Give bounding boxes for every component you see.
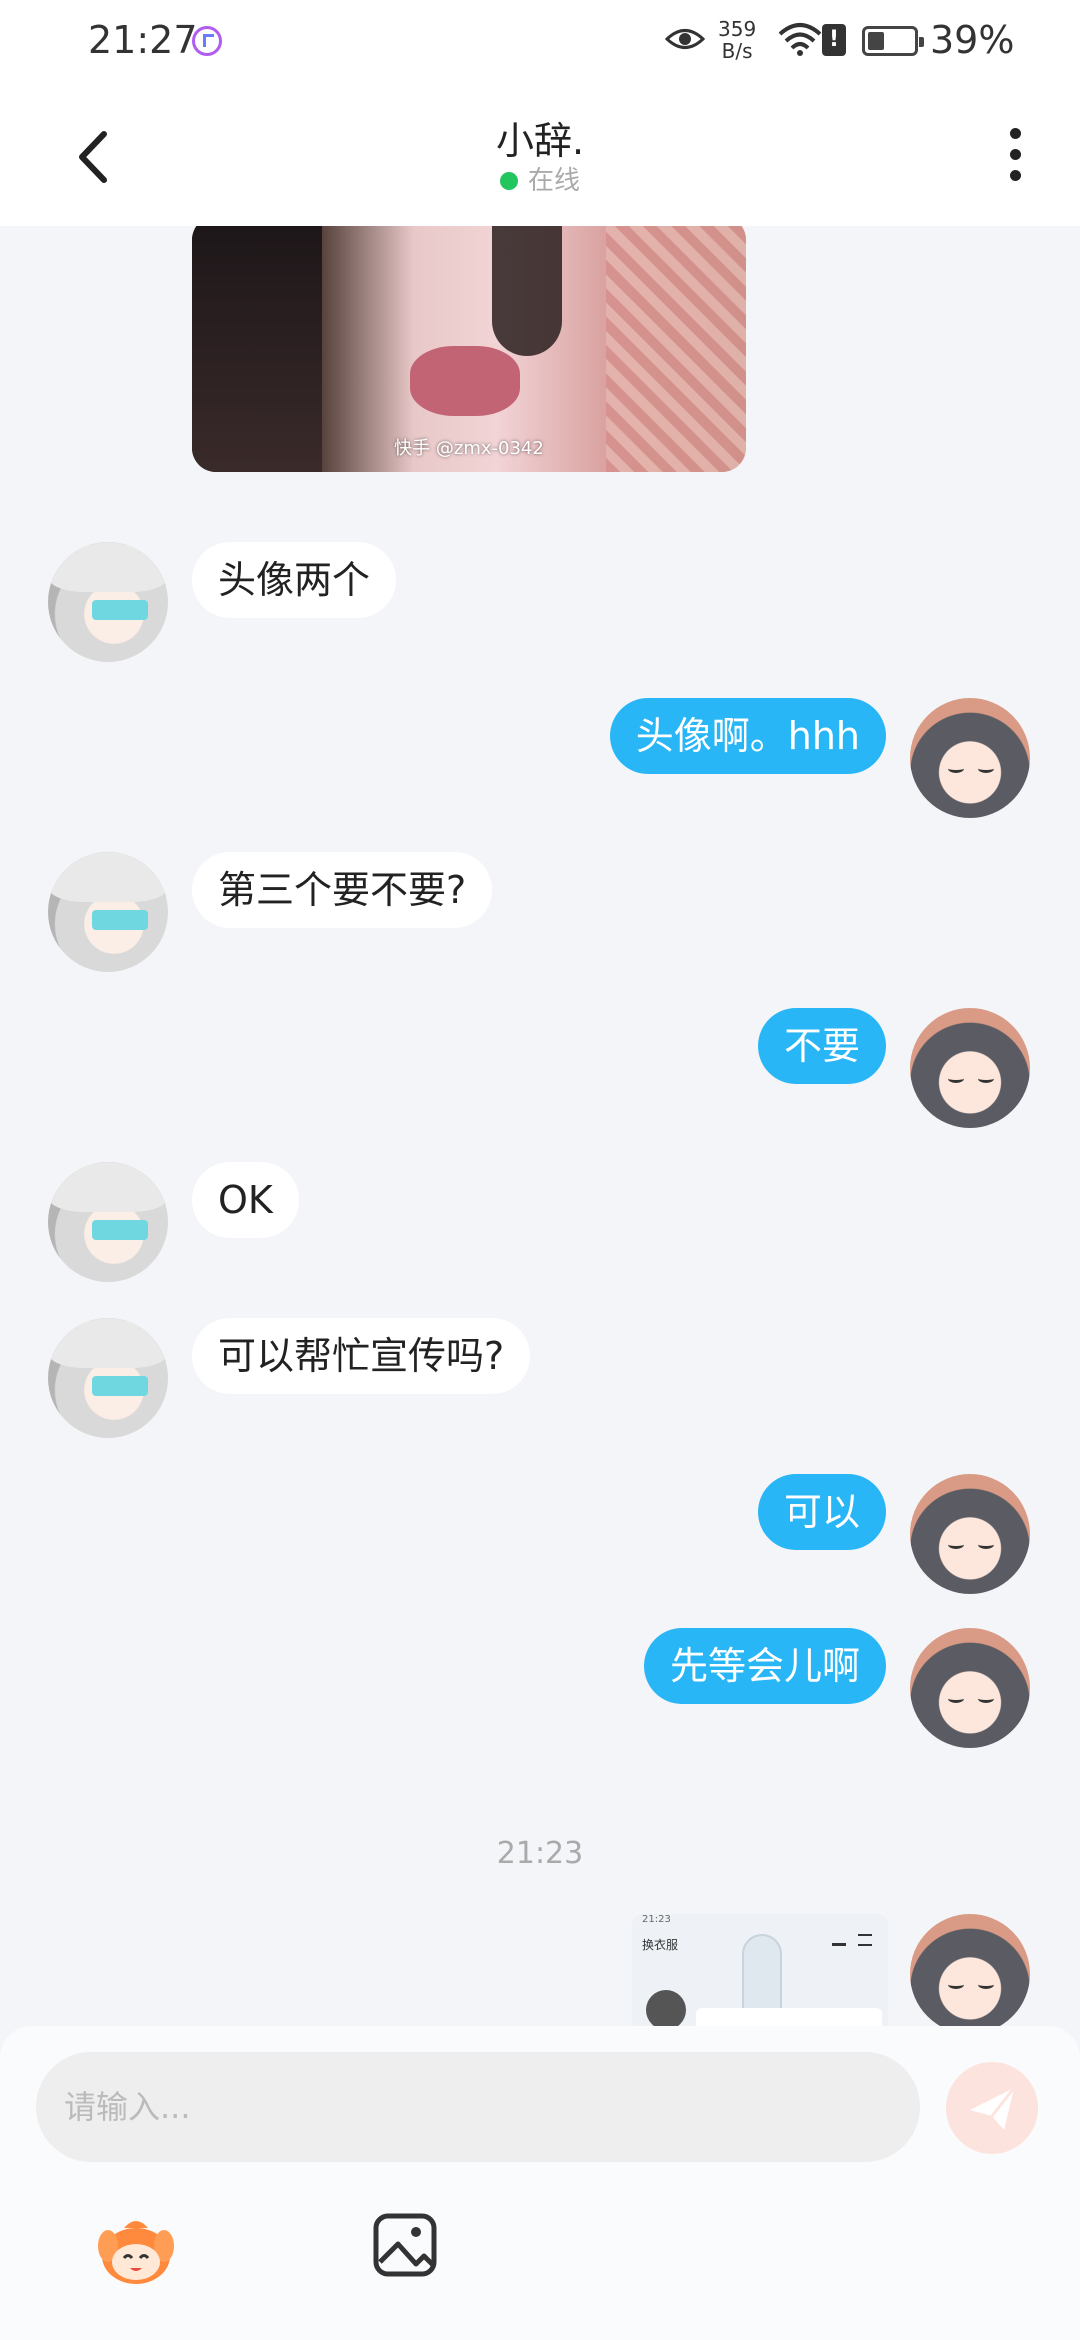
my-avatar[interactable]	[910, 1914, 1030, 2026]
my-avatar[interactable]	[910, 1628, 1030, 1748]
message-bubble-incoming[interactable]: 可以帮忙宣传吗?	[192, 1318, 531, 1394]
message-bubble-outgoing[interactable]: 头像啊。hhh	[609, 698, 886, 774]
message-bubble-outgoing[interactable]: 先等会儿啊	[643, 1628, 886, 1704]
chat-header: 小辞. 在线	[0, 84, 1080, 226]
eye-icon	[665, 29, 705, 49]
message-bubble-incoming[interactable]: OK	[192, 1162, 299, 1238]
more-vertical-icon[interactable]	[1000, 124, 1030, 194]
preview-avatar	[646, 1990, 686, 2026]
paper-plane-icon[interactable]	[946, 2062, 1038, 2154]
contact-avatar[interactable]	[48, 1318, 168, 1438]
network-speed-unit: B/s	[721, 39, 753, 63]
menu-icon	[858, 1934, 872, 1946]
photo-watermark: 快手 @zmx-0342	[394, 438, 544, 459]
message-bubble-outgoing[interactable]: 不要	[757, 1008, 886, 1084]
message-list[interactable]: 快手 @zmx-0342 头像两个 头像啊。hhh 第三个要不要? 不要 OK …	[0, 226, 1080, 2026]
alert-icon: !	[822, 24, 846, 56]
my-avatar[interactable]	[910, 1474, 1030, 1594]
preview-status-time: 21:23	[642, 1914, 671, 1925]
message-bubble-incoming[interactable]: 第三个要不要?	[192, 852, 493, 928]
screenshot-image-message[interactable]: 21:23 换衣服	[632, 1914, 888, 2026]
contact-avatar[interactable]	[48, 542, 168, 662]
contact-avatar[interactable]	[48, 852, 168, 972]
online-status: 在线	[0, 160, 1080, 197]
contact-name: 小辞.	[495, 119, 585, 163]
image-message[interactable]: 快手 @zmx-0342	[192, 226, 746, 472]
contact-avatar[interactable]	[48, 1162, 168, 1282]
edit-icon	[832, 1936, 846, 1946]
battery-percent: 39%	[930, 18, 1015, 62]
wifi-icon	[778, 23, 822, 56]
network-speed: 359 B/s	[718, 18, 756, 62]
network-speed-value: 359	[718, 17, 757, 41]
status-time: 21:27	[88, 18, 198, 62]
music-app-icon	[192, 26, 222, 56]
composer-panel	[0, 2026, 1080, 2340]
online-dot-icon	[499, 172, 518, 190]
message-bubble-incoming[interactable]: 头像两个	[192, 542, 397, 618]
image-icon[interactable]	[372, 2212, 438, 2278]
time-separator: 21:23	[496, 1836, 584, 1871]
message-input[interactable]	[36, 2052, 920, 2162]
my-avatar[interactable]	[910, 1008, 1030, 1128]
my-avatar[interactable]	[910, 698, 1030, 818]
online-status-text: 在线	[527, 166, 580, 196]
emoji-mascot-icon[interactable]	[94, 2212, 178, 2288]
message-bubble-outgoing[interactable]: 可以	[757, 1474, 886, 1550]
battery-icon	[862, 26, 924, 56]
status-bar: 21:27 359 B/s ! 39%	[0, 0, 1080, 84]
preview-title: 换衣服	[642, 1938, 679, 1952]
